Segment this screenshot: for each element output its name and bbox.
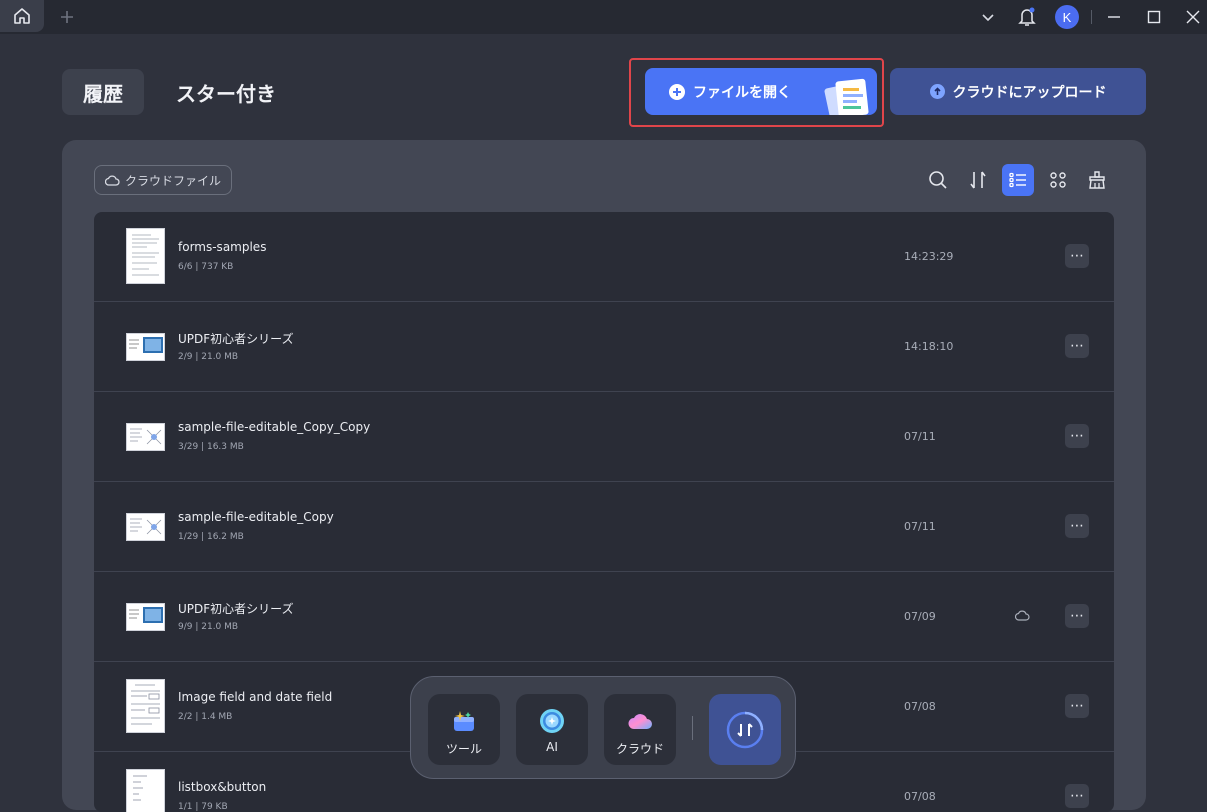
file-meta: 1/29 | 16.2 MB <box>178 532 244 542</box>
more-options-button[interactable]: ⋯ <box>1065 694 1089 718</box>
ellipsis-icon: ⋯ <box>1070 518 1084 534</box>
file-meta: 6/6 | 737 KB <box>178 262 234 272</box>
file-row[interactable]: UPDF初心者シリーズ 2/9 | 21.0 MB 14:18:10 ⋯ <box>94 302 1114 392</box>
more-options-button[interactable]: ⋯ <box>1065 784 1089 808</box>
cloud-icon <box>104 175 120 186</box>
close-icon <box>1186 10 1200 24</box>
file-time: 14:23:29 <box>904 250 954 263</box>
home-tab[interactable] <box>0 0 44 32</box>
grid-view-icon <box>1050 172 1066 188</box>
minimize-button[interactable] <box>1101 4 1127 30</box>
file-name: Image field and date field <box>178 690 333 704</box>
search-button[interactable] <box>923 165 953 195</box>
file-name: sample-file-editable_Copy_Copy <box>178 420 371 434</box>
clean-icon <box>1089 171 1105 189</box>
more-options-button[interactable]: ⋯ <box>1065 424 1089 448</box>
more-options-button[interactable]: ⋯ <box>1065 334 1089 358</box>
dock-cloud-button[interactable]: クラウド <box>604 694 676 765</box>
ellipsis-icon: ⋯ <box>1070 248 1084 264</box>
more-options-button[interactable]: ⋯ <box>1065 514 1089 538</box>
file-time: 07/11 <box>904 430 936 443</box>
cloud-synced-icon <box>1015 610 1030 621</box>
minimize-icon <box>1108 16 1120 18</box>
clean-button[interactable] <box>1082 165 1112 195</box>
dock-sync-button[interactable] <box>709 694 781 765</box>
list-view-button[interactable] <box>1002 164 1034 196</box>
file-meta: 2/9 | 21.0 MB <box>178 352 239 362</box>
file-time: 07/08 <box>904 700 936 713</box>
file-thumbnail <box>126 769 165 812</box>
file-thumbnail <box>126 228 165 284</box>
title-bar: K <box>0 0 1207 34</box>
file-row[interactable]: forms-samples 6/6 | 737 KB 14:23:29 ⋯ <box>94 212 1114 302</box>
home-icon <box>14 8 30 24</box>
file-thumbnail <box>126 603 165 631</box>
toolbox-icon <box>454 711 474 731</box>
sort-icon <box>970 171 986 189</box>
file-meta: 9/9 | 21.0 MB <box>178 622 239 632</box>
close-button[interactable] <box>1180 4 1206 30</box>
file-name: sample-file-editable_Copy <box>178 510 334 524</box>
dock-ai-label: AI <box>546 740 558 754</box>
file-name: UPDF初心者シリーズ <box>178 332 294 346</box>
plus-icon <box>61 11 73 23</box>
dock-ai-button[interactable]: AI <box>516 694 588 765</box>
dock-divider <box>692 716 693 740</box>
file-thumbnail <box>126 513 165 541</box>
file-time: 14:18:10 <box>904 340 954 353</box>
documents-illustration-icon <box>824 78 869 115</box>
more-options-button[interactable]: ⋯ <box>1065 244 1089 268</box>
file-row[interactable]: sample-file-editable_Copy 1/29 | 16.2 MB… <box>94 482 1114 572</box>
file-row[interactable]: UPDF初心者シリーズ 9/9 | 21.0 MB 07/09 ⋯ <box>94 572 1114 662</box>
tab-history[interactable]: 履歴 <box>62 69 144 115</box>
file-meta: 2/2 | 1.4 MB <box>178 712 233 722</box>
bottom-dock: ツール AI クラウド <box>410 676 796 779</box>
file-time: 07/08 <box>904 790 936 803</box>
file-meta: 1/1 | 79 KB <box>178 802 228 812</box>
more-options-button[interactable]: ⋯ <box>1065 604 1089 628</box>
file-meta: 3/29 | 16.3 MB <box>178 442 244 452</box>
ellipsis-icon: ⋯ <box>1070 338 1084 354</box>
chevron-down-icon <box>982 14 994 22</box>
sort-button[interactable] <box>963 165 993 195</box>
file-name: listbox&button <box>178 780 267 794</box>
search-icon <box>929 171 947 189</box>
file-name: forms-samples <box>178 240 267 254</box>
file-time: 07/11 <box>904 520 936 533</box>
new-tab-button[interactable] <box>56 6 78 28</box>
dropdown-button[interactable] <box>975 4 1001 30</box>
open-file-label: ファイルを開く <box>693 84 791 101</box>
maximize-button[interactable] <box>1141 4 1167 30</box>
file-thumbnail <box>126 423 165 451</box>
titlebar-divider <box>1091 10 1092 24</box>
cloud-files-label: クラウドファイル <box>124 173 221 188</box>
file-time: 07/09 <box>904 610 936 623</box>
sync-icon <box>726 711 764 748</box>
dock-tools-label: ツール <box>445 742 482 756</box>
grid-view-button[interactable] <box>1043 165 1073 195</box>
cloud-upload-button[interactable]: クラウドにアップロード <box>890 68 1146 115</box>
ellipsis-icon: ⋯ <box>1070 428 1084 444</box>
cloud-gradient-icon <box>628 714 652 729</box>
file-thumbnail <box>126 679 165 733</box>
open-file-button[interactable]: ファイルを開く <box>645 68 877 115</box>
file-thumbnail <box>126 333 165 361</box>
ellipsis-icon: ⋯ <box>1070 608 1084 624</box>
upload-icon <box>929 84 945 99</box>
tab-starred[interactable]: スター付き <box>176 69 276 115</box>
notification-button[interactable] <box>1014 4 1040 30</box>
ai-assistant-icon <box>540 709 564 733</box>
bell-icon <box>1018 7 1036 26</box>
dock-tools-button[interactable]: ツール <box>428 694 500 765</box>
avatar[interactable]: K <box>1055 5 1079 29</box>
file-row[interactable]: sample-file-editable_Copy_Copy 3/29 | 16… <box>94 392 1114 482</box>
dock-cloud-label: クラウド <box>615 742 664 756</box>
list-view-icon <box>1009 172 1026 188</box>
file-name: UPDF初心者シリーズ <box>178 602 294 616</box>
cloud-upload-label: クラウドにアップロード <box>952 84 1107 101</box>
cloud-files-filter[interactable]: クラウドファイル <box>94 165 232 195</box>
maximize-icon <box>1147 10 1161 24</box>
ellipsis-icon: ⋯ <box>1070 698 1084 714</box>
plus-circle-icon <box>669 83 685 100</box>
